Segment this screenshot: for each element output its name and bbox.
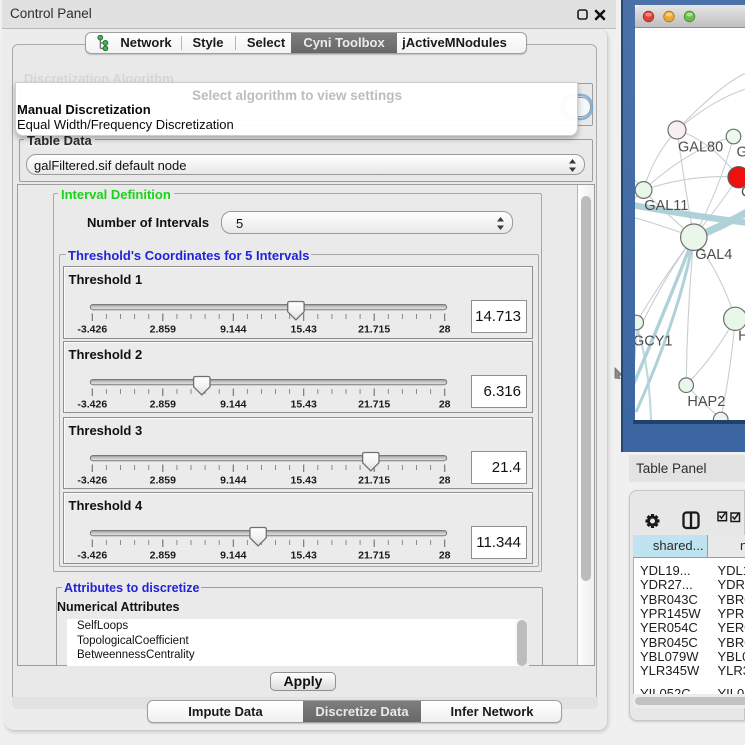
svg-text:GAL11: GAL11 xyxy=(644,198,688,214)
svg-text:28: 28 xyxy=(438,398,450,410)
svg-text:HAP2: HAP2 xyxy=(687,394,725,410)
svg-text:21.715: 21.715 xyxy=(358,398,390,410)
svg-text:-3.426: -3.426 xyxy=(77,324,107,336)
svg-text:GAL4: GAL4 xyxy=(695,247,732,263)
svg-text:15.43: 15.43 xyxy=(290,324,316,336)
svg-text:-3.426: -3.426 xyxy=(77,474,107,486)
svg-text:28: 28 xyxy=(438,549,450,561)
svg-text:2.859: 2.859 xyxy=(149,398,175,410)
svg-text:-3.426: -3.426 xyxy=(77,398,107,410)
svg-text:-3.426: -3.426 xyxy=(77,549,107,561)
svg-text:2.859: 2.859 xyxy=(149,324,175,336)
svg-text:2.859: 2.859 xyxy=(149,549,175,561)
svg-text:28: 28 xyxy=(438,474,450,486)
svg-text:H: H xyxy=(738,329,745,345)
svg-text:15.43: 15.43 xyxy=(290,474,316,486)
svg-text:21.715: 21.715 xyxy=(358,324,390,336)
svg-text:GAL80: GAL80 xyxy=(678,140,723,156)
svg-text:15.43: 15.43 xyxy=(290,549,316,561)
svg-text:2.859: 2.859 xyxy=(149,474,175,486)
svg-text:9.144: 9.144 xyxy=(220,549,246,561)
svg-text:21.715: 21.715 xyxy=(358,474,390,486)
svg-text:GA: GA xyxy=(737,145,745,161)
svg-text:21.715: 21.715 xyxy=(358,549,390,561)
svg-text:9.144: 9.144 xyxy=(220,474,246,486)
svg-text:C: C xyxy=(741,185,745,201)
svg-text:GCY1: GCY1 xyxy=(635,333,673,349)
svg-text:15.43: 15.43 xyxy=(290,398,316,410)
svg-text:9.144: 9.144 xyxy=(220,398,246,410)
svg-text:9.144: 9.144 xyxy=(220,324,246,336)
svg-text:28: 28 xyxy=(438,324,450,336)
